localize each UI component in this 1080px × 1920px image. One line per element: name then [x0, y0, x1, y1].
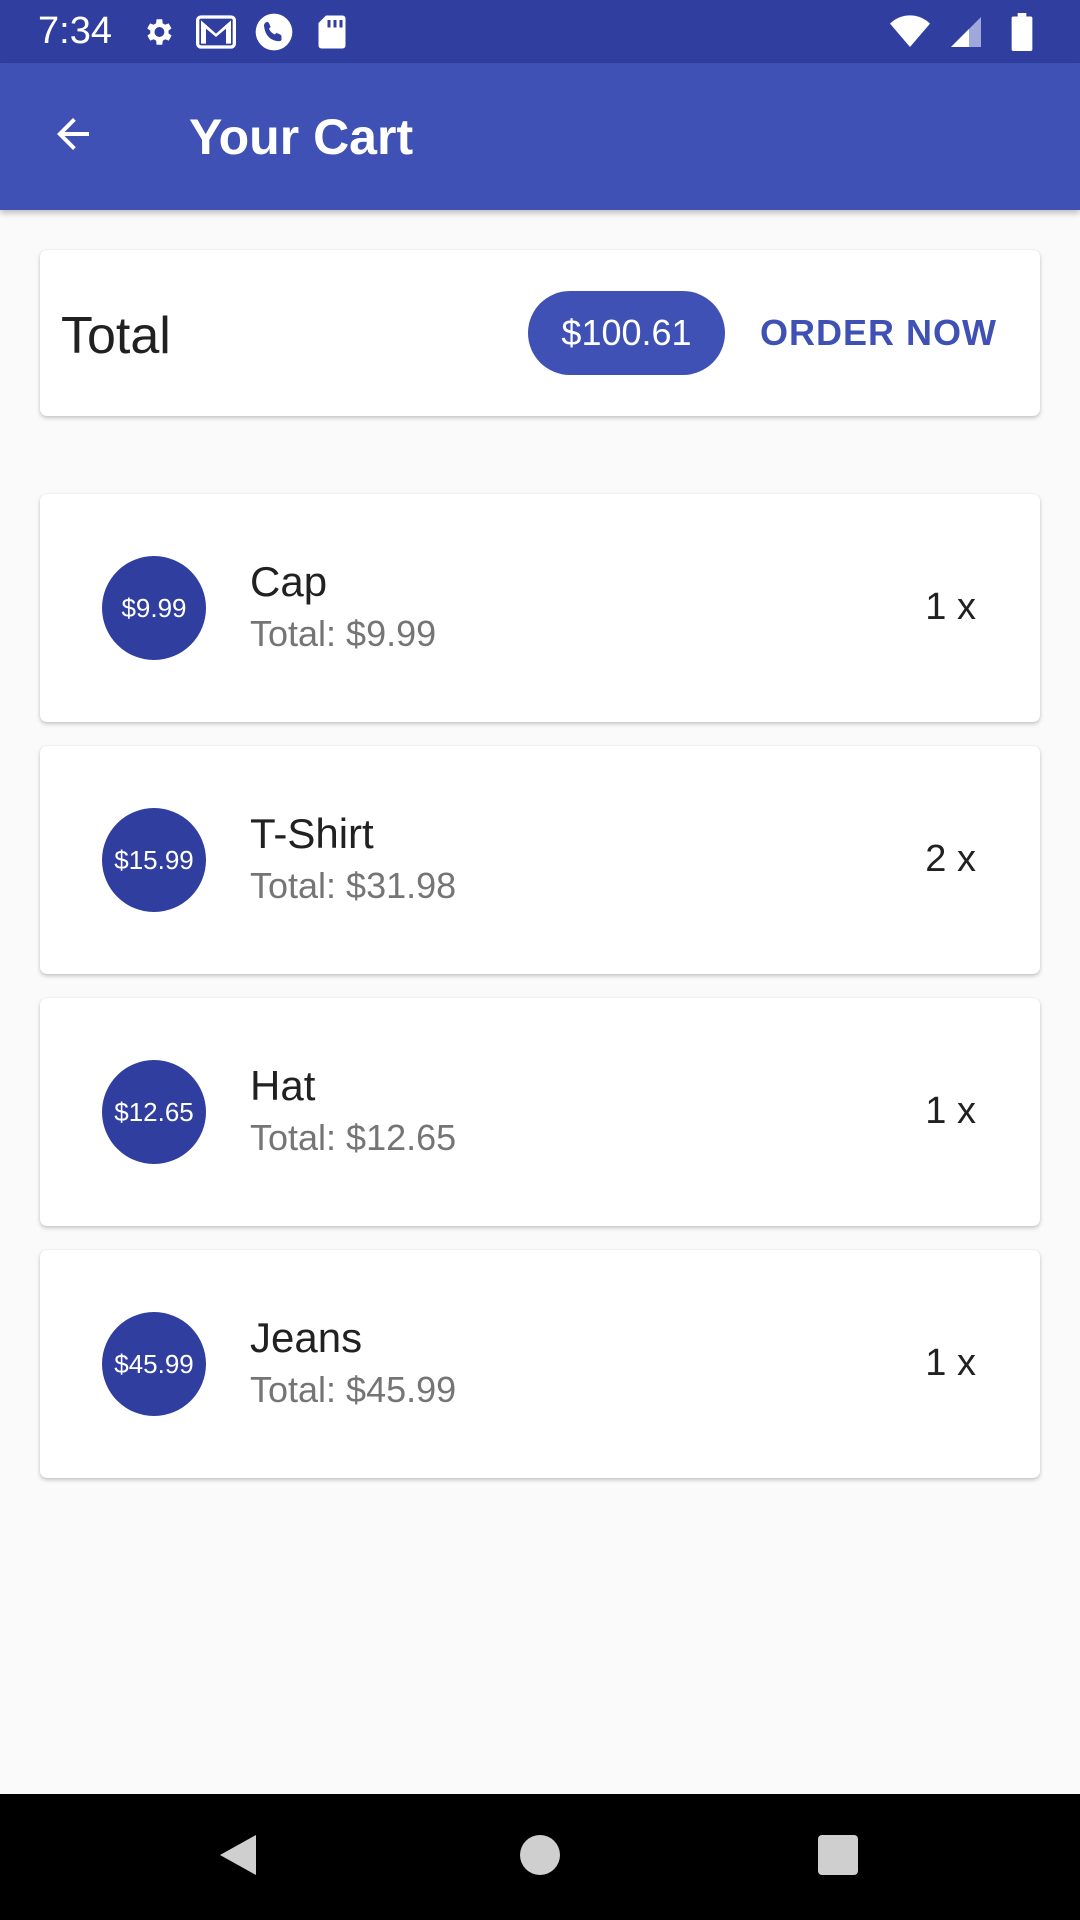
total-card: Total $100.61 ORDER NOW — [40, 250, 1040, 416]
battery-icon — [1002, 12, 1042, 52]
total-label: Total — [61, 307, 171, 365]
back-triangle-icon — [216, 1831, 260, 1884]
signal-icon — [946, 12, 986, 52]
item-total: Total: $12.65 — [250, 1117, 457, 1158]
item-name: Hat — [250, 1062, 316, 1109]
home-circle-icon — [520, 1834, 560, 1880]
order-now-button[interactable]: ORDER NOW — [760, 291, 1010, 375]
recents-square-icon — [818, 1834, 858, 1880]
item-quantity: 2 x — [925, 838, 976, 880]
status-bar: 7:34 — [0, 0, 1080, 63]
item-total: Total: $31.98 — [250, 865, 457, 906]
navigation-bar — [0, 1794, 1080, 1920]
system-icons — [890, 12, 1042, 52]
total-amount-chip: $100.61 — [528, 291, 725, 375]
wifi-icon — [890, 12, 930, 52]
back-button[interactable] — [40, 103, 106, 169]
nav-recents-button[interactable] — [808, 1827, 868, 1887]
app-bar: Your Cart — [0, 63, 1080, 210]
notification-icons — [138, 12, 352, 52]
cart-item-hat[interactable]: $12.65 Hat Total: $12.65 1 x — [40, 998, 1040, 1226]
status-time: 7:34 — [38, 10, 112, 52]
phone-icon — [254, 12, 294, 52]
item-total: Total: $45.99 — [250, 1369, 457, 1410]
item-total: Total: $9.99 — [250, 613, 437, 654]
item-name: Cap — [250, 558, 328, 605]
item-price-avatar: $9.99 — [102, 556, 206, 660]
nav-home-button[interactable] — [510, 1827, 570, 1887]
item-quantity: 1 x — [925, 1342, 976, 1384]
gear-icon — [138, 12, 178, 52]
item-price-avatar: $12.65 — [102, 1060, 206, 1164]
gmail-icon — [196, 12, 236, 52]
cart-item-cap[interactable]: $9.99 Cap Total: $9.99 1 x — [40, 494, 1040, 722]
item-name: T-Shirt — [250, 810, 374, 857]
cart-item-jeans[interactable]: $45.99 Jeans Total: $45.99 1 x — [40, 1250, 1040, 1478]
item-price-avatar: $15.99 — [102, 808, 206, 912]
item-quantity: 1 x — [925, 1090, 976, 1132]
page-title: Your Cart — [189, 109, 414, 165]
arrow-back-icon — [49, 110, 97, 163]
sd-card-icon — [312, 12, 352, 52]
cart-item-t-shirt[interactable]: $15.99 T-Shirt Total: $31.98 2 x — [40, 746, 1040, 974]
nav-back-button[interactable] — [208, 1827, 268, 1887]
item-quantity: 1 x — [925, 586, 976, 628]
item-price-avatar: $45.99 — [102, 1312, 206, 1416]
item-name: Jeans — [250, 1314, 363, 1361]
